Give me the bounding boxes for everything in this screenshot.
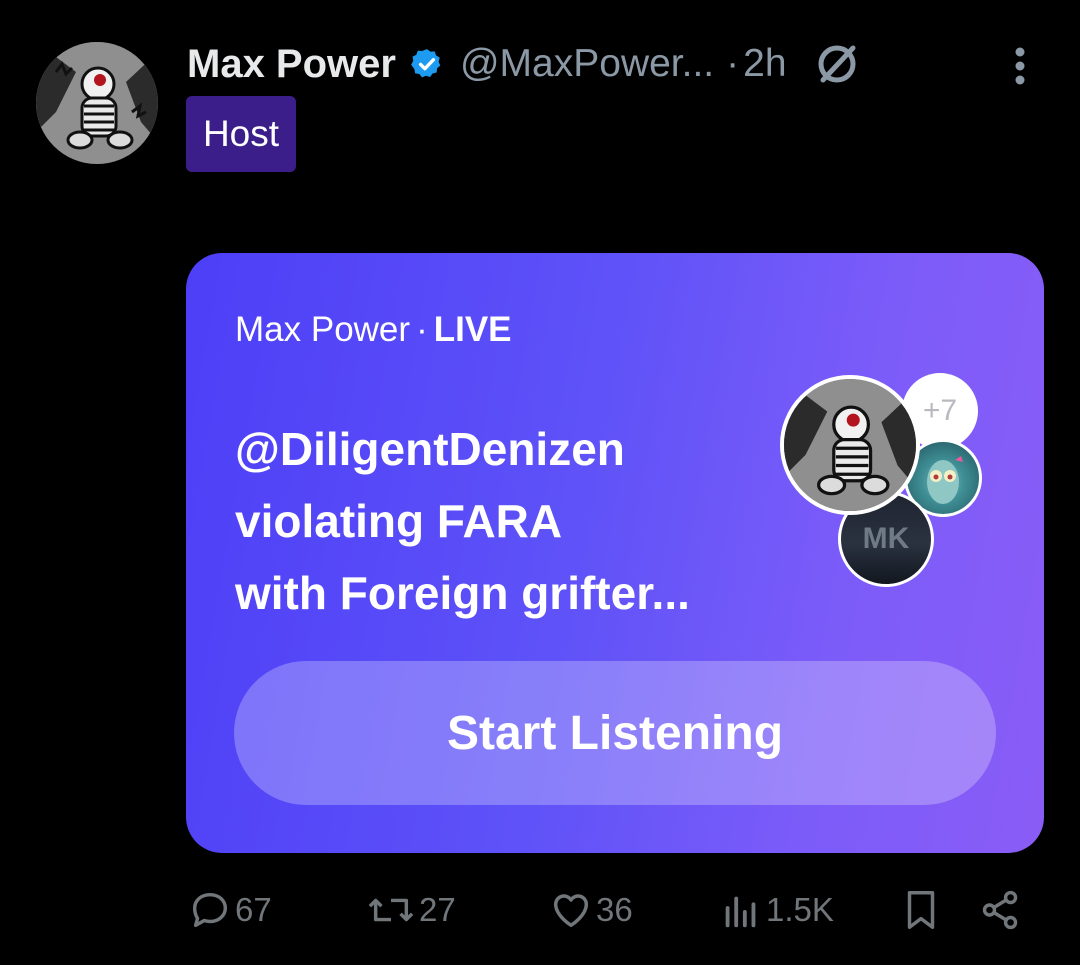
avatar-image-icon bbox=[36, 42, 158, 164]
host-speaker-avatar bbox=[780, 375, 920, 515]
space-title-line: with Foreign grifter... bbox=[235, 567, 690, 619]
share-button[interactable] bbox=[978, 880, 1024, 940]
like-button[interactable]: 36 bbox=[548, 880, 633, 940]
share-icon bbox=[982, 890, 1018, 930]
more-options-button[interactable] bbox=[1006, 46, 1034, 90]
header-separator: · bbox=[726, 42, 740, 85]
tweet-actions: 67 27 36 1.5K bbox=[0, 880, 1080, 940]
author-avatar[interactable] bbox=[36, 42, 158, 164]
speaker-badge-text: MK bbox=[862, 522, 910, 555]
like-count: 36 bbox=[596, 891, 633, 928]
tweet-header: Max Power @MaxPower... · 2h bbox=[187, 36, 861, 92]
space-card[interactable]: Max Power · LIVE @DiligentDenizen violatin… bbox=[186, 253, 1044, 853]
retweet-button[interactable]: 27 bbox=[365, 880, 456, 940]
views-chart-icon bbox=[725, 896, 756, 928]
space-speakers: +7 MK bbox=[776, 371, 996, 591]
space-host-name: Max Power bbox=[235, 310, 411, 349]
avatar-image-icon bbox=[784, 379, 916, 511]
reply-count: 67 bbox=[235, 891, 272, 928]
reply-icon bbox=[192, 892, 228, 928]
more-vertical-icon bbox=[1015, 47, 1025, 85]
views-count: 1.5K bbox=[766, 891, 834, 928]
retweet-count: 27 bbox=[419, 891, 456, 928]
no-reply-icon bbox=[813, 40, 861, 88]
bookmark-icon bbox=[907, 891, 935, 929]
views-button[interactable]: 1.5K bbox=[718, 880, 834, 940]
retweet-icon bbox=[368, 898, 414, 922]
space-live-status: LIVE bbox=[433, 310, 512, 349]
verified-badge-icon bbox=[410, 47, 444, 81]
author-display-name[interactable]: Max Power bbox=[187, 42, 396, 87]
tweet-timestamp[interactable]: 2h bbox=[743, 42, 786, 86]
space-host-separator: · bbox=[416, 310, 428, 349]
heart-icon bbox=[553, 894, 589, 928]
space-title-line: @DiligentDenizen bbox=[235, 423, 625, 475]
host-badge: Host bbox=[186, 96, 296, 172]
start-listening-button[interactable]: Start Listening bbox=[234, 661, 996, 805]
space-title: @DiligentDenizen violating FARA with For… bbox=[235, 413, 755, 629]
space-title-line: violating FARA bbox=[235, 495, 563, 547]
author-handle[interactable]: @MaxPower... bbox=[460, 42, 714, 86]
bookmark-button[interactable] bbox=[898, 880, 944, 940]
space-host-line: Max Power · LIVE bbox=[235, 310, 512, 350]
reply-button[interactable]: 67 bbox=[187, 880, 272, 940]
tweet: Max Power @MaxPower... · 2h Host Max Pow… bbox=[0, 0, 1080, 965]
